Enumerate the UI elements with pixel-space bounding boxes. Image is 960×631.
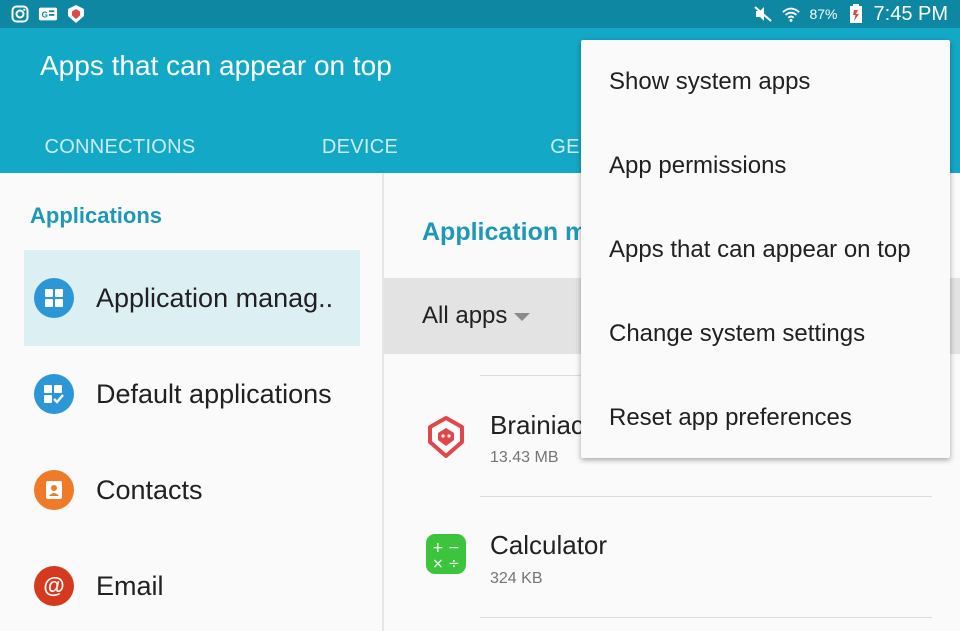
svg-text:−: − — [448, 540, 460, 556]
sidebar-item-label: Contacts — [96, 474, 203, 505]
svg-text:×: × — [432, 556, 444, 572]
app-name: Calculator — [490, 530, 608, 560]
wifi-icon — [781, 5, 801, 23]
grid-icon — [34, 278, 74, 318]
sidebar-item-default-applications[interactable]: Default applications — [24, 346, 360, 442]
app-name: Brainiac — [490, 410, 584, 440]
svg-text:÷: ÷ — [448, 556, 460, 572]
menu-item-show-system-apps[interactable]: Show system apps — [581, 40, 950, 124]
sidebar-item-contacts[interactable]: Contacts — [24, 442, 360, 538]
content-title: Application m — [422, 218, 588, 246]
app-size: 13.43 MB — [490, 449, 559, 466]
list-item-calculator[interactable]: + − × ÷ Calculator 324 KB — [384, 497, 960, 617]
sidebar-item-email[interactable]: @ Email — [24, 538, 360, 631]
sidebar-item-label: Application manag.. — [96, 282, 334, 313]
svg-text:+: + — [432, 540, 444, 556]
sidebar-item-label: Email — [96, 570, 164, 601]
at-icon: @ — [34, 566, 74, 606]
system-status: 87% 7:45 PM — [753, 3, 960, 26]
brainiac-shield-icon — [66, 5, 86, 23]
overflow-menu: Show system apps App permissions Apps th… — [581, 40, 950, 458]
brainiac-icon — [424, 414, 468, 458]
sidebar: Applications Application manag.. Default… — [0, 173, 382, 631]
sidebar-item-application-manager[interactable]: Application manag.. — [24, 250, 360, 346]
sidebar-item-label: Default applications — [96, 378, 332, 409]
list-divider — [480, 617, 932, 618]
sidebar-section-title: Applications — [30, 203, 163, 228]
svg-text:G: G — [42, 11, 48, 20]
menu-item-change-system-settings[interactable]: Change system settings — [581, 292, 950, 376]
contacts-icon — [34, 470, 74, 510]
status-bar: G 87% 7:45 PM — [0, 0, 960, 28]
menu-item-apps-on-top[interactable]: Apps that can appear on top — [581, 208, 950, 292]
battery-icon — [846, 4, 866, 23]
mute-icon — [753, 5, 773, 23]
instagram-icon — [10, 5, 30, 23]
g-news-icon: G — [38, 5, 58, 23]
clock: 7:45 PM — [873, 2, 948, 25]
page-title: Apps that can appear on top — [40, 50, 392, 81]
battery-percent: 87% — [809, 6, 838, 22]
calculator-icon: + − × ÷ — [424, 532, 468, 576]
tab-connections[interactable]: CONNECTIONS — [0, 123, 240, 171]
menu-item-reset-app-preferences[interactable]: Reset app preferences — [581, 376, 950, 460]
dropdown-caret-icon[interactable] — [514, 313, 530, 321]
default-apps-icon — [34, 374, 74, 414]
app-size: 324 KB — [490, 570, 543, 587]
notification-icons: G — [0, 5, 86, 23]
filter-dropdown[interactable]: All apps — [422, 302, 507, 330]
tab-device[interactable]: DEVICE — [240, 123, 480, 171]
menu-item-app-permissions[interactable]: App permissions — [581, 124, 950, 208]
